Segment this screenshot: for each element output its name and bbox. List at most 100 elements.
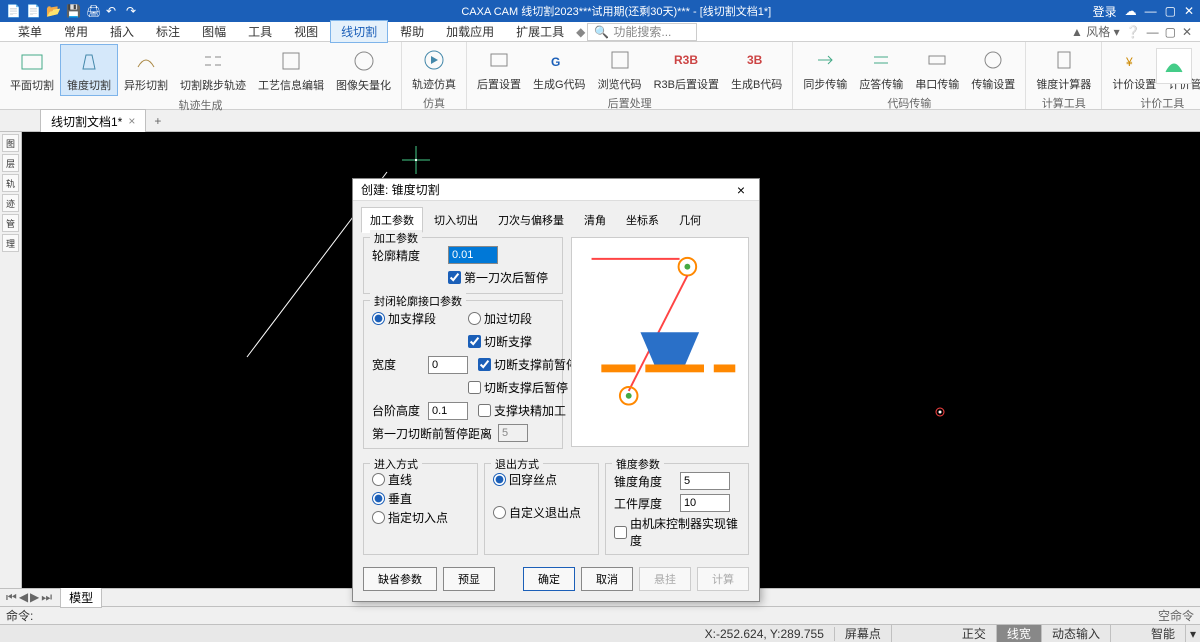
dtab-coord[interactable]: 坐标系 [617,207,668,233]
new-icon[interactable]: 📄 [26,4,40,18]
width-input[interactable] [428,356,468,374]
rbtn-txset[interactable]: 传输设置 [965,44,1021,94]
calc-button: 计算 [697,567,749,591]
dialog-titlebar[interactable]: 创建: 锥度切割 × [353,179,759,201]
dtab-inout[interactable]: 切入切出 [425,207,487,233]
win-min-icon[interactable]: — [1147,25,1159,39]
support-radio[interactable] [372,312,385,325]
cut-support-check[interactable] [468,335,481,348]
menu-dim[interactable]: 标注 [146,21,190,42]
rbtn-browse[interactable]: 浏览代码 [592,44,648,94]
step-input[interactable] [428,402,468,420]
tool-1[interactable]: 图 [2,134,19,152]
rbtn-price-set[interactable]: ¥计价设置 [1106,44,1162,94]
exit-custom-radio[interactable] [493,506,506,519]
statusbar: X:-252.624, Y:289.755 屏幕点 正交 线宽 动态输入 智能 … [0,624,1200,642]
tool-6[interactable]: 理 [2,234,19,252]
menu-ext[interactable]: 扩展工具 [506,21,574,42]
pause-before-check[interactable] [478,358,491,371]
ok-button[interactable]: 确定 [523,567,575,591]
open-icon[interactable]: 📂 [46,4,60,18]
menu-tools[interactable]: 工具 [238,21,282,42]
dtab-corner[interactable]: 清角 [575,207,615,233]
overcut-radio[interactable] [468,312,481,325]
close-icon[interactable]: ✕ [1184,4,1194,18]
thickness-input[interactable] [680,494,730,512]
doc-tab[interactable]: 线切割文档1*× [40,109,146,133]
group-enter: 进入方式 直线 垂直 指定切入点 [363,463,478,555]
tool-2[interactable]: 层 [2,154,19,172]
status-dyn[interactable]: 动态输入 [1042,625,1111,642]
status-smart[interactable]: 智能 [1141,625,1186,642]
menu-common[interactable]: 常用 [54,21,98,42]
rbtn-vector[interactable]: 图像矢量化 [330,44,397,96]
preview-button[interactable]: 预显 [443,567,495,591]
tab-add[interactable]: + [146,111,169,131]
tool-5[interactable]: 管 [2,214,19,232]
save-icon[interactable]: 💾 [66,4,80,18]
dtab-geom[interactable]: 几何 [670,207,710,233]
exit-return-radio[interactable] [493,473,506,486]
tab-close-icon[interactable]: × [128,114,135,128]
maximize-icon[interactable]: ▢ [1165,4,1176,18]
style-link[interactable]: ▲ 风格 ▾ [1071,23,1120,40]
menu-view[interactable]: 视图 [284,21,328,42]
window-title: CAXA CAM 线切割2023***试用期(还剩30天)*** - [线切割文… [146,3,1087,19]
menu-help[interactable]: 帮助 [390,21,434,42]
rbtn-ack[interactable]: 应答传输 [853,44,909,94]
status-ortho[interactable]: 正交 [952,625,997,642]
rbtn-taper[interactable]: 锥度切割 [60,44,118,96]
finish-check[interactable] [478,404,491,417]
minimize-icon[interactable]: — [1145,4,1157,18]
search-box[interactable]: 🔍功能搜索... [587,23,697,41]
model-tab[interactable]: 模型 [60,587,102,608]
angle-input[interactable] [680,472,730,490]
enter-perp-radio[interactable] [372,492,385,505]
taper-dialog: 创建: 锥度切割 × 加工参数 切入切出 刀次与偏移量 清角 坐标系 几何 加工… [352,178,760,602]
cloud-icon[interactable]: ☁ [1125,4,1137,18]
default-button[interactable]: 缺省参数 [363,567,437,591]
pause-after-check[interactable] [468,381,481,394]
rbtn-calc[interactable]: 锥度计算器 [1030,44,1097,94]
rbtn-gcode[interactable]: G生成G代码 [527,44,592,94]
tool-3[interactable]: 轨 [2,174,19,192]
menu-main[interactable]: 菜单 [8,21,52,42]
rbtn-sync[interactable]: 同步传输 [797,44,853,94]
rbtn-jump[interactable]: 切割跳步轨迹 [174,44,252,96]
rbtn-plane[interactable]: 平面切割 [4,44,60,96]
win-max-icon[interactable]: ▢ [1165,25,1176,39]
menu-insert[interactable]: 插入 [100,21,144,42]
rbtn-tech[interactable]: 工艺信息编辑 [252,44,330,96]
svg-text:G: G [551,55,560,69]
menu-sheet[interactable]: 图幅 [192,21,236,42]
cancel-button[interactable]: 取消 [581,567,633,591]
group-exit: 退出方式 回穿丝点 自定义退出点 [484,463,599,555]
help-icon[interactable]: ❔ [1126,25,1141,39]
login-link[interactable]: 登录 [1093,3,1117,20]
rbtn-serial[interactable]: 串口传输 [909,44,965,94]
command-bar[interactable]: 命令: 空命令 [0,606,1200,624]
enter-line-radio[interactable] [372,473,385,486]
dtab-offset[interactable]: 刀次与偏移量 [489,207,573,233]
enter-point-radio[interactable] [372,511,385,524]
rbtn-post[interactable]: 后置设置 [471,44,527,94]
status-lw[interactable]: 线宽 [997,625,1042,642]
win-close-icon[interactable]: ✕ [1182,25,1192,39]
undo-icon[interactable]: ↶ [106,4,120,18]
redo-icon[interactable]: ↷ [126,4,140,18]
precision-input[interactable] [448,246,498,264]
print-icon[interactable]: 🖨 [86,4,100,18]
dialog-close-icon[interactable]: × [731,182,751,198]
status-screen[interactable]: 屏幕点 [835,625,892,642]
pause-check[interactable] [448,271,461,284]
menu-wire[interactable]: 线切割 [330,20,388,43]
controller-check[interactable] [614,526,627,539]
rbtn-r3b[interactable]: R3BR3B后置设置 [648,44,725,94]
rbtn-sim[interactable]: 轨迹仿真 [406,44,462,94]
rbtn-profile[interactable]: 异形切割 [118,44,174,96]
dist-input [498,424,528,442]
rbtn-bcode[interactable]: 3B生成B代码 [725,44,788,94]
ribbon: 平面切割 锥度切割 异形切割 切割跳步轨迹 工艺信息编辑 图像矢量化 轨迹生成 … [0,42,1200,110]
tool-4[interactable]: 迹 [2,194,19,212]
menu-load[interactable]: 加载应用 [436,21,504,42]
